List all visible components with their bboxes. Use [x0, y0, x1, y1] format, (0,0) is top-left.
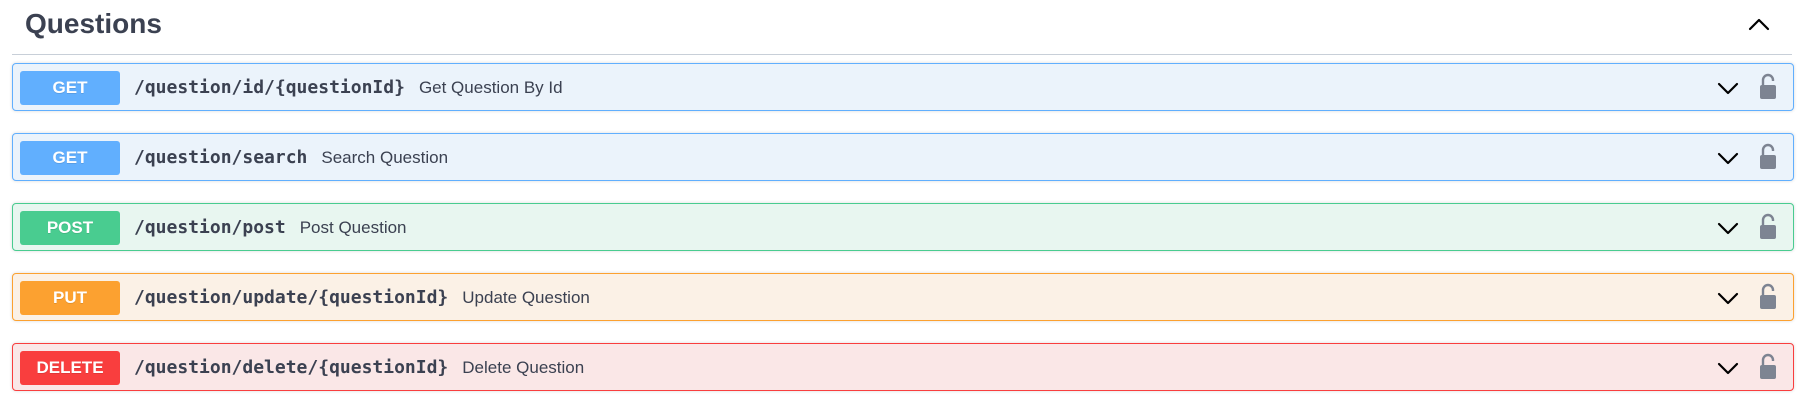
- method-badge: PUT: [20, 281, 120, 315]
- operation-summary: Update Question: [462, 288, 590, 307]
- operation-get-question-by-id[interactable]: GET /question/id/{questionId} Get Questio…: [12, 63, 1794, 111]
- operation-path: /question/search Search Question: [134, 134, 448, 182]
- method-badge: DELETE: [20, 351, 120, 385]
- operation-search-question[interactable]: GET /question/search Search Question: [12, 133, 1794, 181]
- path-text: /question/post: [134, 217, 286, 238]
- chevron-down-icon[interactable]: [1715, 357, 1741, 379]
- unlocked-padlock-icon[interactable]: [1757, 143, 1779, 171]
- unlocked-padlock-icon[interactable]: [1757, 73, 1779, 101]
- path-text: /question/id/{questionId}: [134, 77, 405, 98]
- chevron-up-icon: [1744, 10, 1774, 38]
- operation-summary: Get Question By Id: [418, 78, 563, 97]
- collapse-section-toggle[interactable]: [1744, 10, 1774, 38]
- operation-delete-question[interactable]: DELETE /question/delete/{questionId} Dele…: [12, 343, 1794, 391]
- operation-summary: Post Question: [299, 218, 407, 237]
- chevron-down-icon[interactable]: [1715, 217, 1741, 239]
- operation-post-question[interactable]: POST /question/post Post Question: [12, 203, 1794, 251]
- questions-section-header[interactable]: Questions: [12, 0, 1792, 55]
- operation-path: /question/delete/{questionId} Delete Ques…: [134, 344, 584, 392]
- method-badge: POST: [20, 211, 120, 245]
- unlocked-padlock-icon[interactable]: [1757, 353, 1779, 381]
- chevron-down-icon[interactable]: [1715, 287, 1741, 309]
- operation-path: /question/update/{questionId} Update Ques…: [134, 274, 590, 322]
- path-text: /question/update/{questionId}: [134, 287, 449, 308]
- operation-path: /question/id/{questionId} Get Question By…: [134, 64, 563, 112]
- operation-path: /question/post Post Question: [134, 204, 407, 252]
- operation-summary: Delete Question: [462, 358, 585, 377]
- section-title: Questions: [25, 8, 162, 39]
- operations-list: GET /question/id/{questionId} Get Questio…: [12, 63, 1794, 413]
- path-text: /question/search: [134, 147, 308, 168]
- chevron-down-icon[interactable]: [1715, 77, 1741, 99]
- unlocked-padlock-icon[interactable]: [1757, 283, 1779, 311]
- method-badge: GET: [20, 71, 120, 105]
- operation-summary: Search Question: [321, 148, 449, 167]
- operation-update-question[interactable]: PUT /question/update/{questionId} Update …: [12, 273, 1794, 321]
- path-text: /question/delete/{questionId}: [134, 357, 449, 378]
- chevron-down-icon[interactable]: [1715, 147, 1741, 169]
- method-badge: GET: [20, 141, 120, 175]
- unlocked-padlock-icon[interactable]: [1757, 213, 1779, 241]
